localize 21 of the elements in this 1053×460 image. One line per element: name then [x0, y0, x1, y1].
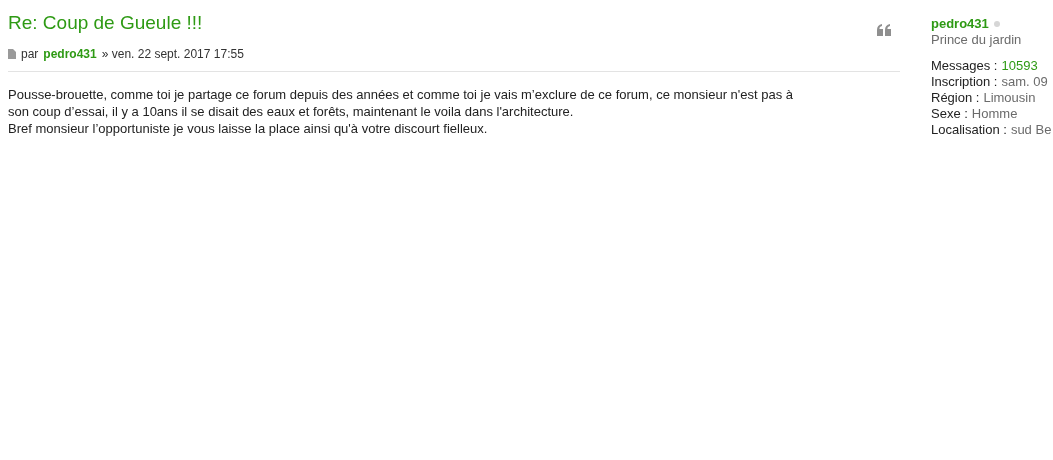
post-text-line: Pousse-brouette, comme toi je partage ce forum depuis des années et comme toi je vais m’exclure de ce forum, ce monsieur n'est pas à: [8, 86, 795, 103]
post-text-line: Bref monsieur l’opportuniste je vous laisse la place ainsi qu'à votre discourt fielleux.: [8, 120, 489, 137]
profile-value: Homme: [971, 106, 1018, 122]
profile-value: Limousin: [983, 90, 1036, 106]
profile-label: Localisation :: [931, 122, 1007, 138]
document-icon: [8, 49, 16, 59]
post-title[interactable]: Re: Coup de Gueule !!!: [8, 10, 244, 36]
profile-label: Messages :: [931, 58, 998, 74]
profile-label: Inscription :: [931, 74, 998, 90]
username-link[interactable]: pedro431: [931, 16, 989, 32]
profile-value[interactable]: 10593: [1001, 58, 1038, 74]
profile-value: sam. 09: [1001, 74, 1048, 90]
profile-label: Région :: [931, 90, 980, 106]
profile-label: Sexe :: [931, 106, 968, 122]
post-meta-by: par: [21, 46, 39, 63]
profile-value: sud Be: [1010, 122, 1052, 138]
post-date: » ven. 22 sept. 2017 17:55: [101, 46, 244, 63]
author-link[interactable]: pedro431: [43, 45, 97, 63]
user-rank: Prince du jardin: [931, 32, 1023, 48]
quote-icon[interactable]: [877, 24, 891, 36]
post-text-line: son coup d’essai, il y a 10ans il se disait des eaux et forêts, maintenant le voila dans l'architecture.: [8, 103, 575, 120]
